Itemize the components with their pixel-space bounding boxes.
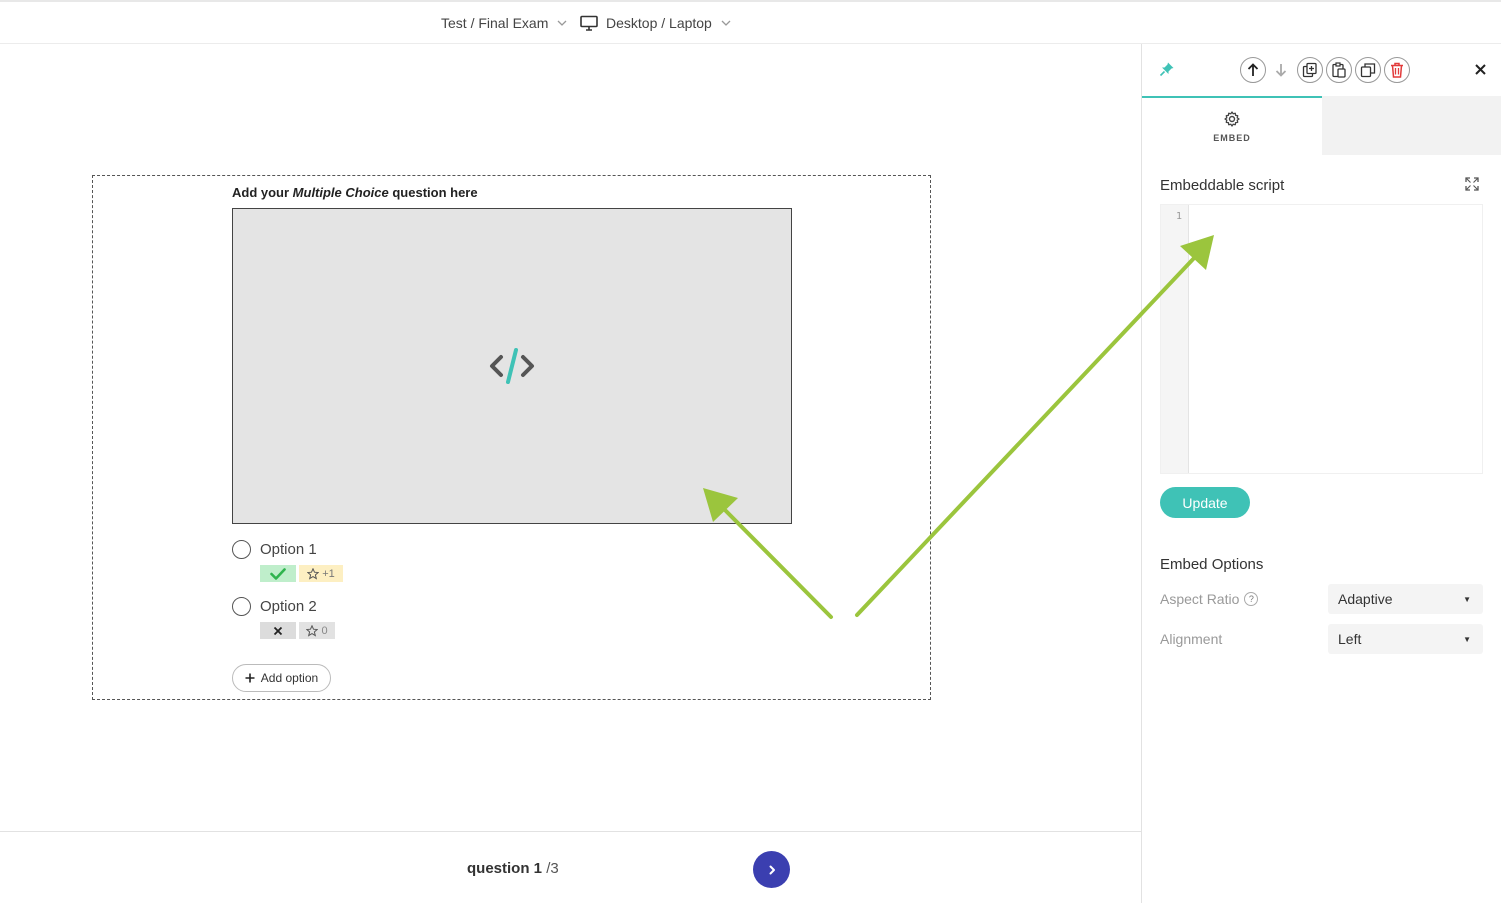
question-counter: question 1 /3 bbox=[467, 860, 559, 877]
question-type: Multiple Choice bbox=[292, 185, 389, 200]
close-icon[interactable] bbox=[1475, 60, 1486, 78]
editor-gutter: 1 bbox=[1161, 205, 1189, 473]
chevron-down-icon bbox=[721, 20, 731, 26]
add-option-label: Add option bbox=[260, 671, 319, 685]
score-badge[interactable]: 0 bbox=[299, 622, 335, 639]
tab-embed-label: EMBED bbox=[1213, 132, 1251, 143]
move-down-button[interactable] bbox=[1268, 57, 1294, 83]
properties-panel: EMBED Embeddable script 1 Update Embed O… bbox=[1141, 44, 1501, 903]
top-bar: Test / Final Exam Desktop / Laptop bbox=[0, 0, 1501, 44]
editor-canvas: Add your Multiple Choice question here O… bbox=[0, 44, 1141, 831]
update-button[interactable]: Update bbox=[1160, 487, 1250, 518]
alignment-label-text: Alignment bbox=[1160, 631, 1223, 647]
expand-icon[interactable] bbox=[1465, 177, 1479, 191]
question-title-prefix: Add your bbox=[232, 185, 293, 200]
script-editor[interactable]: 1 bbox=[1160, 204, 1483, 474]
paste-button[interactable] bbox=[1326, 57, 1352, 83]
option-label[interactable]: Option 2 bbox=[260, 598, 317, 615]
arrow-up-icon bbox=[1247, 63, 1259, 76]
current-question: question 1 bbox=[467, 860, 543, 877]
device-label: Desktop / Laptop bbox=[606, 15, 712, 31]
star-icon bbox=[306, 624, 319, 637]
question-title[interactable]: Add your Multiple Choice question here bbox=[232, 185, 478, 200]
help-icon[interactable]: ? bbox=[1244, 592, 1259, 606]
pin-icon[interactable] bbox=[1159, 61, 1175, 77]
gear-icon bbox=[1224, 110, 1240, 127]
add-option-button[interactable]: Add option bbox=[232, 664, 331, 692]
score-value: +1 bbox=[322, 567, 335, 580]
x-icon bbox=[273, 626, 283, 635]
duplicate-button[interactable] bbox=[1297, 57, 1323, 83]
chevron-right-icon bbox=[769, 865, 775, 874]
alignment-label: Alignment bbox=[1160, 631, 1222, 647]
option-row[interactable]: Option 1 bbox=[232, 540, 317, 559]
aspect-ratio-label-text: Aspect Ratio bbox=[1160, 591, 1240, 607]
option-row[interactable]: Option 2 bbox=[232, 597, 317, 616]
arrow-down-icon bbox=[1275, 64, 1287, 77]
alignment-value: Left bbox=[1338, 631, 1362, 647]
monitor-icon bbox=[580, 15, 598, 31]
correct-toggle[interactable] bbox=[260, 622, 296, 639]
check-icon bbox=[270, 567, 286, 580]
star-icon bbox=[307, 567, 320, 580]
option-badges: 0 bbox=[260, 622, 335, 639]
line-number: 1 bbox=[1175, 211, 1182, 222]
alignment-select[interactable]: Left ▼ bbox=[1328, 624, 1483, 654]
breadcrumb-label: Test / Final Exam bbox=[441, 15, 549, 31]
option-label[interactable]: Option 1 bbox=[260, 541, 317, 558]
panel-tabs: EMBED bbox=[1142, 96, 1501, 155]
move-up-button[interactable] bbox=[1240, 57, 1266, 83]
device-selector[interactable]: Desktop / Laptop bbox=[580, 15, 732, 31]
delete-button[interactable] bbox=[1384, 57, 1410, 83]
copy-button[interactable] bbox=[1355, 57, 1381, 83]
score-badge[interactable]: +1 bbox=[299, 565, 343, 582]
paste-icon bbox=[1332, 62, 1346, 78]
question-title-suffix: question here bbox=[388, 185, 478, 200]
duplicate-icon bbox=[1302, 62, 1317, 78]
panel-toolbar bbox=[1142, 44, 1501, 96]
option-radio[interactable] bbox=[232, 597, 251, 616]
aspect-ratio-value: Adaptive bbox=[1338, 591, 1393, 607]
plus-icon bbox=[245, 673, 255, 683]
tab-embed[interactable]: EMBED bbox=[1142, 96, 1322, 155]
aspect-ratio-label: Aspect Ratio ? bbox=[1160, 591, 1259, 607]
copy-icon bbox=[1360, 63, 1376, 78]
score-value: 0 bbox=[321, 624, 328, 637]
caret-down-icon: ▼ bbox=[1463, 595, 1471, 604]
option-badges: +1 bbox=[260, 565, 343, 582]
embed-placeholder[interactable] bbox=[232, 208, 792, 524]
chevron-down-icon bbox=[557, 20, 567, 26]
trash-icon bbox=[1391, 62, 1403, 78]
total-questions: /3 bbox=[546, 860, 559, 877]
code-icon bbox=[490, 348, 534, 384]
embed-options-title: Embed Options bbox=[1160, 556, 1264, 573]
option-radio[interactable] bbox=[232, 540, 251, 559]
next-question-button[interactable] bbox=[753, 851, 790, 888]
caret-down-icon: ▼ bbox=[1463, 635, 1471, 644]
embeddable-script-title: Embeddable script bbox=[1160, 177, 1285, 194]
aspect-ratio-select[interactable]: Adaptive ▼ bbox=[1328, 584, 1483, 614]
test-breadcrumb-dropdown[interactable]: Test / Final Exam bbox=[441, 15, 568, 31]
question-block[interactable]: Add your Multiple Choice question here O… bbox=[92, 175, 931, 700]
bottom-bar: question 1 /3 bbox=[0, 831, 1141, 903]
correct-toggle[interactable] bbox=[260, 565, 296, 582]
